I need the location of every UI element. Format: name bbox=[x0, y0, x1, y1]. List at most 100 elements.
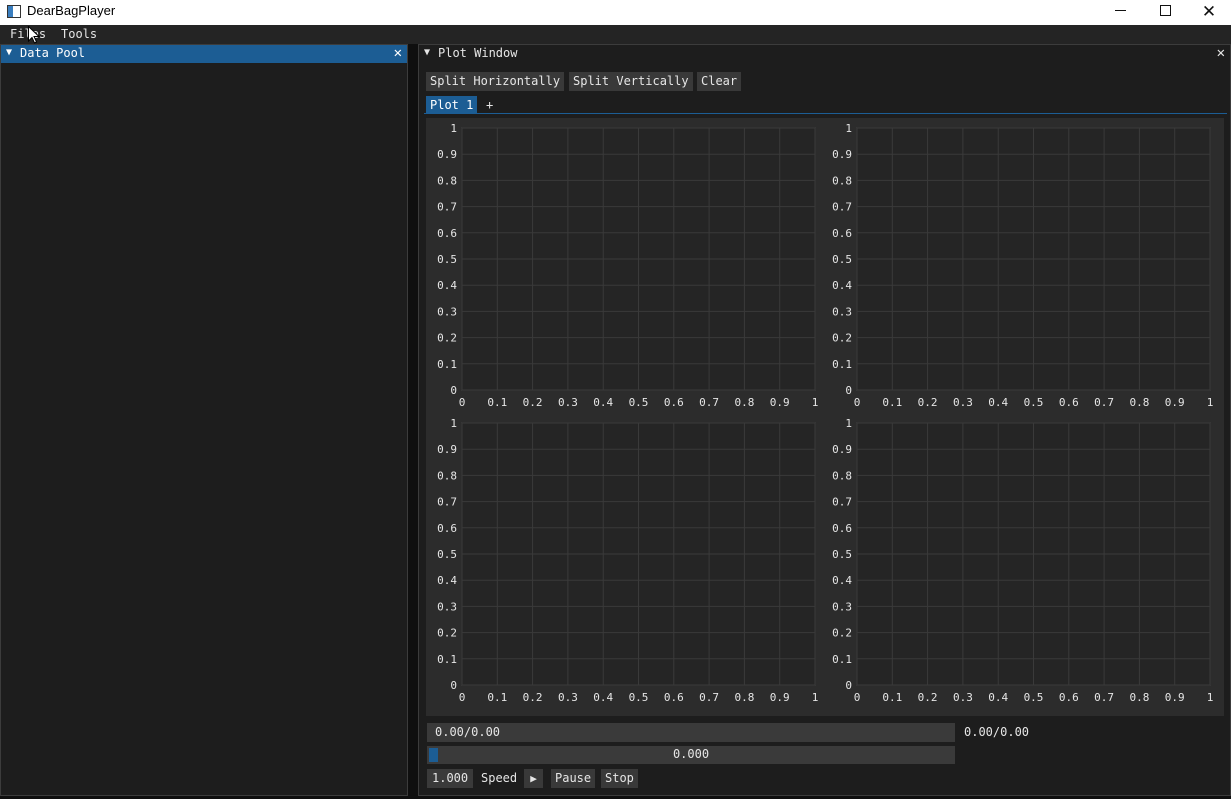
y-tick-label: 0.9 bbox=[437, 443, 457, 456]
x-tick-label: 0.1 bbox=[487, 691, 507, 704]
play-button[interactable]: ▶ bbox=[524, 769, 543, 788]
subplot-top-right[interactable]: 0 0.1 0.2 0.3 0.4 0.5 0.6 0.7 0.8 0.9 1 0 0.1 0.2 0.3 0… bbox=[821, 118, 1216, 414]
y-tick-label: 0.3 bbox=[832, 305, 852, 318]
x-tick-label: 0.3 bbox=[953, 396, 973, 409]
y-tick-label: 0.7 bbox=[437, 201, 457, 214]
y-tick-label: 0.9 bbox=[832, 443, 852, 456]
x-tick-label: 0 bbox=[459, 691, 466, 704]
mouse-cursor-icon bbox=[28, 26, 40, 44]
y-tick-label: 0.8 bbox=[437, 174, 457, 187]
x-tick-label: 0.9 bbox=[1165, 691, 1185, 704]
x-tick-label: 0.5 bbox=[629, 396, 649, 409]
x-tick-label: 0.6 bbox=[1059, 691, 1079, 704]
x-tick-label: 0.8 bbox=[1129, 396, 1149, 409]
window-titlebar: DearBagPlayer ✕ bbox=[0, 0, 1231, 25]
y-tick-label: 0 bbox=[450, 384, 457, 397]
speed-label: Speed bbox=[481, 771, 518, 785]
x-tick-label: 0.8 bbox=[734, 396, 754, 409]
y-tick-label: 0.7 bbox=[832, 496, 852, 509]
plot-canvas[interactable]: 0 0.1 0.2 0.3 0.4 0.5 0.6 0.7 0.8 0.9 1 0 0.1 0.2 0.3 0… bbox=[821, 413, 1216, 709]
plot-window-header[interactable]: ▼ Plot Window ✕ bbox=[419, 45, 1230, 63]
clear-button[interactable]: Clear bbox=[697, 72, 742, 91]
split-vertically-button[interactable]: Split Vertically bbox=[569, 72, 693, 91]
subplot-top-left[interactable]: 0 0.1 0.2 0.3 0.4 0.5 0.6 0.7 0.8 0.9 1 0 0.1 0.2 0.3 0… bbox=[426, 118, 821, 414]
minimize-icon bbox=[1114, 10, 1126, 11]
y-tick-label: 0.4 bbox=[832, 574, 852, 587]
time-field[interactable]: 0.00/0.00 bbox=[427, 723, 955, 742]
y-tick-label: 0.5 bbox=[832, 253, 852, 266]
y-tick-label: 0.8 bbox=[832, 469, 852, 482]
data-pool-header[interactable]: ▼ Data Pool ✕ bbox=[1, 45, 407, 63]
y-tick-label: 0 bbox=[450, 679, 457, 692]
x-tick-label: 0.2 bbox=[523, 396, 543, 409]
y-tick-label: 0.1 bbox=[832, 653, 852, 666]
y-tick-label: 0.8 bbox=[832, 174, 852, 187]
menu-tools[interactable]: Tools bbox=[61, 27, 97, 41]
timeline-slider[interactable]: 0.000 bbox=[427, 746, 955, 764]
x-tick-label: 0.2 bbox=[918, 691, 938, 704]
x-tick-label: 0.5 bbox=[1024, 691, 1044, 704]
plot-window-title: Plot Window bbox=[438, 46, 518, 60]
x-tick-label: 0.1 bbox=[882, 396, 902, 409]
x-tick-label: 0 bbox=[854, 396, 861, 409]
x-tick-label: 0.7 bbox=[699, 396, 719, 409]
y-tick-label: 0.4 bbox=[437, 279, 457, 292]
y-tick-label: 0.6 bbox=[832, 227, 852, 240]
y-tick-label: 0.5 bbox=[437, 253, 457, 266]
pause-button[interactable]: Pause bbox=[551, 769, 596, 788]
y-tick-label: 0.6 bbox=[832, 522, 852, 535]
split-horizontally-button[interactable]: Split Horizontally bbox=[426, 72, 565, 91]
subplot-bottom-right[interactable]: 0 0.1 0.2 0.3 0.4 0.5 0.6 0.7 0.8 0.9 1 0 0.1 0.2 0.3 0… bbox=[821, 413, 1216, 709]
timeline-slider-value: 0.000 bbox=[672, 747, 710, 761]
x-tick-label: 0.4 bbox=[988, 691, 1008, 704]
x-tick-label: 0.6 bbox=[1059, 396, 1079, 409]
plot-canvas[interactable]: 0 0.1 0.2 0.3 0.4 0.5 0.6 0.7 0.8 0.9 1 0 0.1 0.2 0.3 0… bbox=[426, 413, 821, 709]
app-icon bbox=[7, 5, 21, 18]
y-tick-label: 0.3 bbox=[832, 600, 852, 613]
plot-window-panel: ▼ Plot Window ✕ Split Horizontally Split… bbox=[418, 44, 1231, 796]
minimize-button[interactable] bbox=[1097, 0, 1143, 25]
y-tick-label: 1 bbox=[450, 417, 457, 430]
x-tick-label: 0 bbox=[854, 691, 861, 704]
x-tick-label: 0.4 bbox=[988, 396, 1008, 409]
x-tick-label: 0.2 bbox=[918, 396, 938, 409]
y-tick-label: 0.1 bbox=[437, 358, 457, 371]
y-tick-label: 1 bbox=[450, 122, 457, 135]
close-window-button[interactable]: ✕ bbox=[1186, 0, 1231, 25]
y-tick-label: 0.2 bbox=[832, 332, 852, 345]
y-tick-label: 0.5 bbox=[832, 548, 852, 561]
y-tick-label: 1 bbox=[845, 417, 852, 430]
data-pool-panel: ▼ Data Pool ✕ bbox=[0, 44, 408, 796]
time-label: 0.00/0.00 bbox=[964, 725, 1030, 739]
menu-bar: Files Tools bbox=[0, 25, 1231, 44]
data-pool-close-icon[interactable]: ✕ bbox=[394, 45, 402, 61]
speed-input[interactable]: 1.000 bbox=[427, 769, 473, 788]
collapse-arrow-icon[interactable]: ▼ bbox=[424, 47, 430, 58]
stop-button[interactable]: Stop bbox=[601, 769, 638, 788]
subplot-bottom-left[interactable]: 0 0.1 0.2 0.3 0.4 0.5 0.6 0.7 0.8 0.9 1 0 0.1 0.2 0.3 0… bbox=[426, 413, 821, 709]
x-tick-label: 0.6 bbox=[664, 691, 684, 704]
maximize-icon bbox=[1159, 5, 1171, 16]
y-tick-label: 0 bbox=[845, 679, 852, 692]
collapse-arrow-icon[interactable]: ▼ bbox=[6, 47, 12, 58]
tab-plot-1[interactable]: Plot 1 bbox=[426, 96, 478, 114]
x-tick-label: 0.7 bbox=[1094, 396, 1114, 409]
plot-canvas[interactable]: 0 0.1 0.2 0.3 0.4 0.5 0.6 0.7 0.8 0.9 1 0 0.1 0.2 0.3 0… bbox=[821, 118, 1216, 414]
x-tick-label: 0.2 bbox=[523, 691, 543, 704]
x-tick-label: 1 bbox=[1207, 691, 1214, 704]
y-tick-label: 0.8 bbox=[437, 469, 457, 482]
plot-window-close-icon[interactable]: ✕ bbox=[1217, 45, 1225, 61]
plot-grid-area: 0 0.1 0.2 0.3 0.4 0.5 0.6 0.7 0.8 0.9 1 0 0.1 0.2 0.3 0… bbox=[426, 118, 1224, 716]
add-tab-button[interactable]: + bbox=[482, 96, 497, 114]
plot-canvas[interactable]: 0 0.1 0.2 0.3 0.4 0.5 0.6 0.7 0.8 0.9 1 0 0.1 0.2 0.3 0… bbox=[426, 118, 821, 414]
x-tick-label: 1 bbox=[812, 691, 819, 704]
x-tick-label: 0.9 bbox=[1165, 396, 1185, 409]
maximize-button[interactable] bbox=[1142, 0, 1188, 25]
y-tick-label: 0.3 bbox=[437, 305, 457, 318]
x-tick-label: 0.7 bbox=[699, 691, 719, 704]
y-tick-label: 0.6 bbox=[437, 522, 457, 535]
y-tick-label: 0.7 bbox=[832, 201, 852, 214]
x-tick-label: 0.5 bbox=[629, 691, 649, 704]
y-tick-label: 0.9 bbox=[437, 148, 457, 161]
x-tick-label: 0.4 bbox=[593, 691, 613, 704]
